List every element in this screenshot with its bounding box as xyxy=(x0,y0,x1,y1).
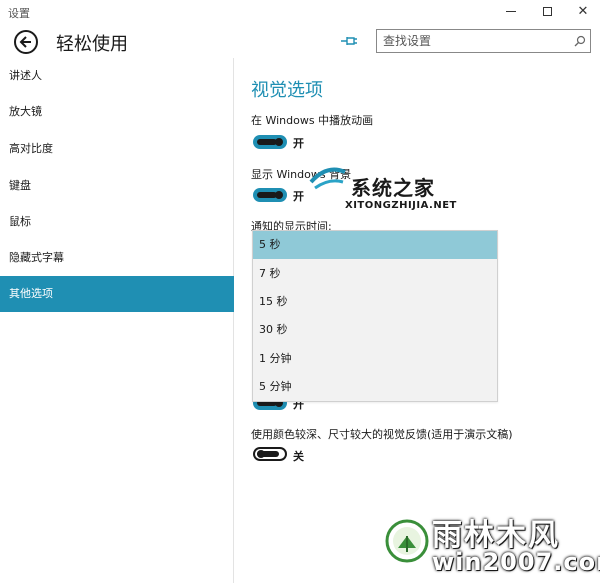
sidebar-item-mouse[interactable]: 鼠标 xyxy=(0,204,234,240)
title-bar: 设置 ✕ xyxy=(0,0,600,24)
sidebar-item-label: 键盘 xyxy=(9,179,31,192)
watermark-logo: 系统之家 XITONGZHIJIA.NET xyxy=(305,160,495,214)
sidebar-item-keyboard[interactable]: 键盘 xyxy=(0,168,234,204)
back-button[interactable] xyxy=(14,30,38,54)
notification-duration-dropdown[interactable]: 5 秒 7 秒 15 秒 30 秒 1 分钟 5 分钟 xyxy=(252,230,498,402)
brand-emblem-icon xyxy=(385,519,429,563)
search-box[interactable] xyxy=(376,29,591,53)
watermark-subtext: XITONGZHIJIA.NET xyxy=(345,200,457,211)
brand-watermark: 雨林木风 win2007.com xyxy=(380,508,600,583)
sidebar-item-narrator[interactable]: 讲述人 xyxy=(0,58,234,94)
window-title: 设置 xyxy=(8,7,30,20)
brand-url: win2007.com xyxy=(432,548,600,576)
watermark-text: 系统之家 xyxy=(351,176,435,200)
visual-feedback-toggle[interactable] xyxy=(253,447,287,461)
maximize-button[interactable] xyxy=(530,0,564,24)
sidebar: 讲述人 放大镜 高对比度 键盘 鼠标 隐藏式字幕 其他选项 xyxy=(0,58,234,583)
visual-feedback-state: 关 xyxy=(293,450,304,463)
sidebar-item-high-contrast[interactable]: 高对比度 xyxy=(0,131,234,167)
minimize-button[interactable] xyxy=(494,0,528,24)
dropdown-option[interactable]: 15 秒 xyxy=(253,288,497,316)
sidebar-item-label: 其他选项 xyxy=(9,287,53,300)
search-input[interactable] xyxy=(377,30,567,52)
settings-window: 设置 ✕ 轻松使用 讲述人 放大镜 高对比度 键盘 鼠标 隐藏式字幕 xyxy=(0,0,600,583)
dropdown-option[interactable]: 1 分钟 xyxy=(253,345,497,373)
page-title: 轻松使用 xyxy=(56,34,128,55)
play-animations-toggle[interactable] xyxy=(253,135,287,149)
search-icon[interactable] xyxy=(574,35,586,47)
section-title: 视觉选项 xyxy=(251,80,323,101)
show-background-state: 开 xyxy=(293,190,304,203)
sidebar-item-label: 鼠标 xyxy=(9,215,31,228)
close-icon: ✕ xyxy=(577,4,589,19)
visual-feedback-label: 使用颜色较深、尺寸较大的视觉反馈(适用于演示文稿) xyxy=(251,428,513,441)
watermark-emblem-icon xyxy=(309,167,346,190)
play-animations-state: 开 xyxy=(293,137,304,150)
dropdown-option[interactable]: 5 分钟 xyxy=(253,373,497,401)
play-animations-label: 在 Windows 中播放动画 xyxy=(251,114,374,127)
sidebar-item-label: 放大镜 xyxy=(9,105,42,118)
dropdown-option[interactable]: 7 秒 xyxy=(253,260,497,288)
minimize-icon xyxy=(506,11,516,12)
back-arrow-icon xyxy=(19,36,31,48)
sidebar-item-other-options[interactable]: 其他选项 xyxy=(0,276,234,312)
pin-icon[interactable] xyxy=(340,34,358,48)
dropdown-option[interactable]: 5 秒 xyxy=(253,231,497,259)
sidebar-item-label: 讲述人 xyxy=(9,69,42,82)
sidebar-item-label: 隐藏式字幕 xyxy=(9,251,64,264)
sidebar-item-label: 高对比度 xyxy=(9,142,53,155)
sidebar-item-magnifier[interactable]: 放大镜 xyxy=(0,94,234,130)
show-background-toggle[interactable] xyxy=(253,188,287,202)
close-button[interactable]: ✕ xyxy=(566,0,600,24)
maximize-icon xyxy=(542,7,552,16)
dropdown-option[interactable]: 30 秒 xyxy=(253,316,497,344)
sidebar-item-closed-captions[interactable]: 隐藏式字幕 xyxy=(0,240,234,276)
header: 轻松使用 xyxy=(0,24,600,60)
